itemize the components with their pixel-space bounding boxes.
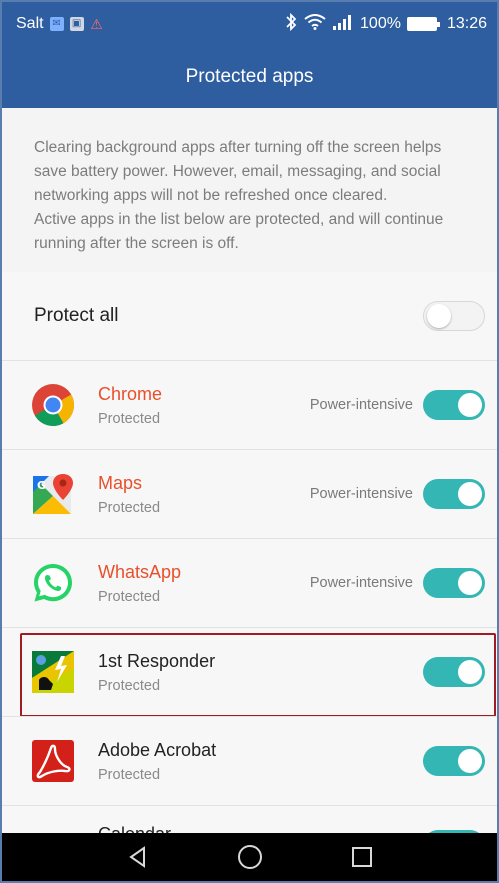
power-intensive-label: Power-intensive <box>309 575 413 591</box>
app-row-adobe-acrobat[interactable]: Adobe Acrobat Protected <box>2 717 497 805</box>
app-status: Protected <box>98 677 161 694</box>
chrome-toggle[interactable] <box>423 390 485 420</box>
chrome-icon <box>30 382 76 428</box>
status-left: Salt ✉ ▣ ⚠ <box>16 15 104 33</box>
protect-all-toggle[interactable] <box>423 301 485 331</box>
app-name: Adobe Acrobat <box>98 739 217 760</box>
status-bar: Salt ✉ ▣ ⚠ 100% 13:26 <box>2 2 497 46</box>
app-name: 1st Responder <box>98 650 216 671</box>
first-responder-toggle[interactable] <box>423 657 485 687</box>
image-notification-icon: ▣ <box>69 17 84 31</box>
app-status: Protected <box>98 766 161 783</box>
app-text: WhatsApp Protected <box>98 562 181 605</box>
maps-toggle[interactable] <box>423 479 485 509</box>
page-title: Protected apps <box>185 66 314 87</box>
home-icon[interactable] <box>237 844 263 870</box>
app-status: Protected <box>98 499 161 516</box>
app-row-chrome[interactable]: Chrome Protected Power-intensive <box>2 361 497 449</box>
app-text: Chrome Protected <box>98 384 162 427</box>
power-intensive-label: Power-intensive <box>309 397 413 413</box>
app-bar: Protected apps <box>2 46 497 108</box>
power-intensive-label: Power-intensive <box>309 486 413 502</box>
first-responder-icon <box>30 649 76 695</box>
protect-all-label: Protect all <box>34 305 119 326</box>
bluetooth-icon <box>284 12 298 36</box>
app-text: 1st Responder Protected <box>98 651 215 694</box>
whatsapp-toggle[interactable] <box>423 568 485 598</box>
app-text: Maps Protected <box>98 473 160 516</box>
warning-notification-icon: ⚠ <box>90 16 103 32</box>
app-row-1st-responder[interactable]: 1st Responder Protected <box>2 628 497 716</box>
app-row-whatsapp[interactable]: WhatsApp Protected Power-intensive <box>2 539 497 627</box>
phone-frame: Salt ✉ ▣ ⚠ 100% 13:26 Protected apps Cle… <box>0 0 499 883</box>
wifi-icon <box>304 13 326 35</box>
app-name: WhatsApp <box>98 561 182 582</box>
back-icon[interactable] <box>126 845 150 869</box>
clock: 13:26 <box>446 15 487 32</box>
carrier-name: Salt <box>16 15 44 32</box>
navigation-bar <box>2 833 497 881</box>
battery-icon <box>406 17 440 31</box>
protect-all-row[interactable]: Protect all <box>2 272 497 360</box>
app-row-maps[interactable]: G Maps Protected Power-intensive <box>2 450 497 538</box>
whatsapp-icon <box>30 560 76 606</box>
app-status: Protected <box>98 410 161 427</box>
maps-icon: G <box>30 471 76 517</box>
app-name: Maps <box>98 472 143 493</box>
description-line-1: Clearing background apps after turning o… <box>34 139 442 204</box>
svg-text:G: G <box>37 479 46 492</box>
battery-percent: 100% <box>360 15 401 32</box>
adobe-acrobat-toggle[interactable] <box>423 746 485 776</box>
app-status: Protected <box>98 588 161 605</box>
messenger-notification-icon: ✉ <box>49 17 64 31</box>
description-line-2: Active apps in the list below are protec… <box>34 211 444 252</box>
app-name: Chrome <box>98 383 163 404</box>
status-right: 100% 13:26 <box>284 12 487 36</box>
recent-apps-icon[interactable] <box>350 845 374 869</box>
adobe-acrobat-icon <box>30 738 76 784</box>
signal-icon <box>332 14 354 35</box>
description: Clearing background apps after turning o… <box>2 108 497 272</box>
app-text: Adobe Acrobat Protected <box>98 740 216 783</box>
